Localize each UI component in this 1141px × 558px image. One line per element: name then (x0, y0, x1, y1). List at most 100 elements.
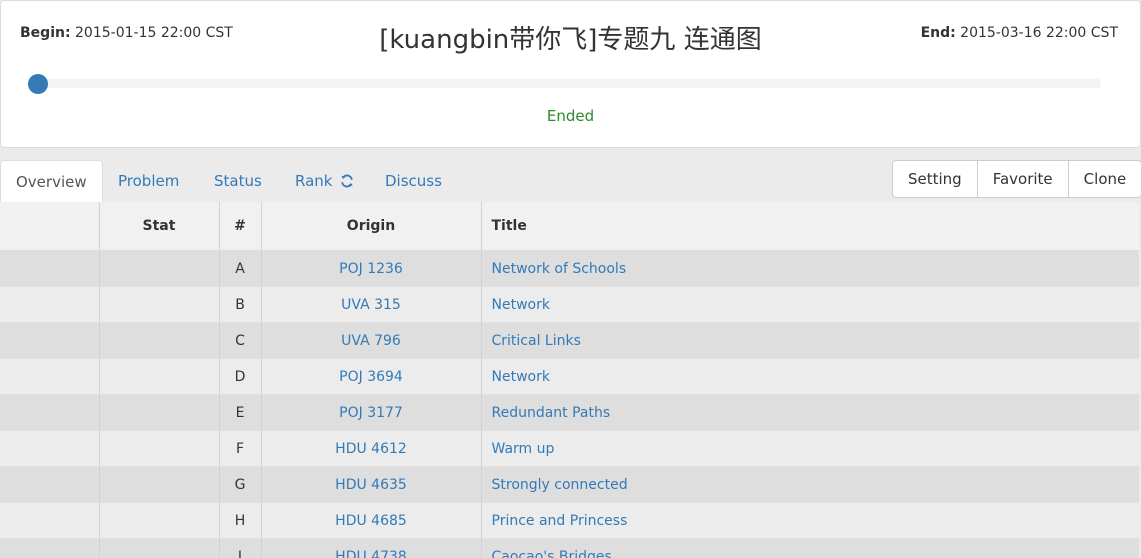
row-origin-cell: UVA 796 (260, 322, 481, 359)
table-row: H HDU 4685 Prince and Princess (0, 502, 1139, 539)
row-num-cell: B (218, 286, 261, 323)
tab-discuss[interactable]: Discuss (385, 160, 442, 202)
contest-status: Ended (546, 107, 595, 125)
progress-slider-handle[interactable] (28, 74, 48, 94)
contest-header-panel: Begin: 2015-01-15 22:00 CST [kuangbin带你飞… (0, 0, 1141, 148)
problem-origin-link[interactable]: HDU 4738 (335, 549, 407, 558)
table-row: F HDU 4612 Warm up (0, 430, 1139, 467)
problem-origin-link[interactable]: HDU 4685 (335, 513, 407, 529)
row-origin-cell: HDU 4612 (260, 430, 481, 467)
problem-title-link[interactable]: Network (492, 369, 550, 385)
end-value: 2015-03-16 22:00 CST (960, 25, 1118, 41)
row-stat-cell (98, 286, 219, 323)
problem-title-link[interactable]: Redundant Paths (492, 405, 611, 421)
row-stat-cell (98, 394, 219, 431)
problem-number: A (235, 260, 245, 277)
tab-status[interactable]: Status (214, 160, 262, 202)
row-blank-cell (0, 502, 99, 539)
tab-status-label: Status (214, 172, 262, 190)
problem-title-link[interactable]: Critical Links (492, 333, 581, 349)
row-num-cell: F (218, 430, 261, 467)
row-title-cell: Network of Schools (480, 250, 1139, 287)
row-num-cell: C (218, 322, 261, 359)
problem-title-link[interactable]: Network of Schools (492, 261, 627, 277)
header-title[interactable]: Title (480, 202, 1139, 251)
row-title-cell: Caocao's Bridges (480, 538, 1139, 558)
problem-number: D (234, 368, 246, 385)
row-blank-cell (0, 430, 99, 467)
row-origin-cell: HDU 4635 (260, 466, 481, 503)
problem-origin-link[interactable]: HDU 4635 (335, 477, 407, 493)
row-num-cell: H (218, 502, 261, 539)
favorite-button[interactable]: Favorite (978, 161, 1069, 197)
problem-number: G (234, 476, 246, 493)
table-row: I HDU 4738 Caocao's Bridges (0, 538, 1139, 558)
problem-number: I (237, 548, 243, 558)
setting-button[interactable]: Setting (893, 161, 978, 197)
row-blank-cell (0, 538, 99, 558)
problem-number: C (235, 332, 245, 349)
problem-table-body: A POJ 1236 Network of Schools B UVA 315 Netwo… (0, 250, 1139, 558)
row-blank-cell (0, 466, 99, 503)
end-label: End: (920, 25, 956, 41)
table-row: G HDU 4635 Strongly connected (0, 466, 1139, 503)
problem-origin-link[interactable]: HDU 4612 (335, 441, 407, 457)
problem-origin-link[interactable]: UVA 796 (341, 333, 401, 349)
row-title-cell: Network (480, 286, 1139, 323)
problem-title-link[interactable]: Strongly connected (492, 477, 628, 493)
problem-origin-link[interactable]: UVA 315 (341, 297, 401, 313)
row-origin-cell: HDU 4685 (260, 502, 481, 539)
problem-number: B (235, 296, 245, 313)
row-num-cell: A (218, 250, 261, 287)
refresh-icon[interactable] (340, 162, 354, 204)
problem-origin-link[interactable]: POJ 3177 (339, 405, 403, 421)
row-blank-cell (0, 394, 99, 431)
row-title-cell: Critical Links (480, 322, 1139, 359)
row-blank-cell (0, 358, 99, 395)
row-title-cell: Network (480, 358, 1139, 395)
tab-problem-label: Problem (118, 172, 180, 190)
contest-action-buttons: Setting Favorite Clone (892, 160, 1141, 198)
row-blank-cell (0, 250, 99, 287)
clone-button[interactable]: Clone (1069, 161, 1141, 197)
row-title-cell: Prince and Princess (480, 502, 1139, 539)
row-stat-cell (98, 466, 219, 503)
row-title-cell: Redundant Paths (480, 394, 1139, 431)
row-num-cell: D (218, 358, 261, 395)
tab-problem[interactable]: Problem (118, 160, 179, 202)
problem-number: F (235, 440, 245, 457)
row-origin-cell: POJ 1236 (260, 250, 481, 287)
table-row: B UVA 315 Network (0, 286, 1139, 323)
tab-rank[interactable]: Rank (295, 160, 354, 202)
row-origin-cell: POJ 3694 (260, 358, 481, 395)
problem-origin-link[interactable]: POJ 3694 (339, 369, 403, 385)
header-blank (0, 202, 99, 251)
table-row: D POJ 3694 Network (0, 358, 1139, 395)
row-blank-cell (0, 286, 99, 323)
row-num-cell: E (218, 394, 261, 431)
problem-title-link[interactable]: Prince and Princess (492, 513, 628, 529)
problem-title-link[interactable]: Network (492, 297, 550, 313)
table-row: A POJ 1236 Network of Schools (0, 250, 1139, 287)
header-stat[interactable]: Stat (98, 202, 219, 251)
tab-rank-label: Rank (295, 172, 333, 190)
table-row: E POJ 3177 Redundant Paths (0, 394, 1139, 431)
row-num-cell: I (218, 538, 261, 558)
tab-overview[interactable]: Overview (0, 160, 103, 204)
problem-title-link[interactable]: Warm up (492, 441, 555, 457)
table-row: C UVA 796 Critical Links (0, 322, 1139, 359)
row-stat-cell (98, 322, 219, 359)
problem-number: E (235, 404, 245, 421)
problem-origin-link[interactable]: POJ 1236 (339, 261, 403, 277)
row-title-cell: Warm up (480, 430, 1139, 467)
contest-page: Begin: 2015-01-15 22:00 CST [kuangbin带你飞… (0, 0, 1141, 558)
row-stat-cell (98, 430, 219, 467)
problem-table: Stat # Origin Title A POJ 1236 Network of … (0, 202, 1139, 558)
problem-number: H (234, 512, 246, 529)
end-time: End: 2015-03-16 22:00 CST (921, 25, 1118, 41)
tab-discuss-label: Discuss (385, 172, 442, 190)
row-stat-cell (98, 502, 219, 539)
header-num[interactable]: # (218, 202, 261, 251)
header-origin[interactable]: Origin (260, 202, 481, 251)
problem-title-link[interactable]: Caocao's Bridges (492, 549, 612, 558)
